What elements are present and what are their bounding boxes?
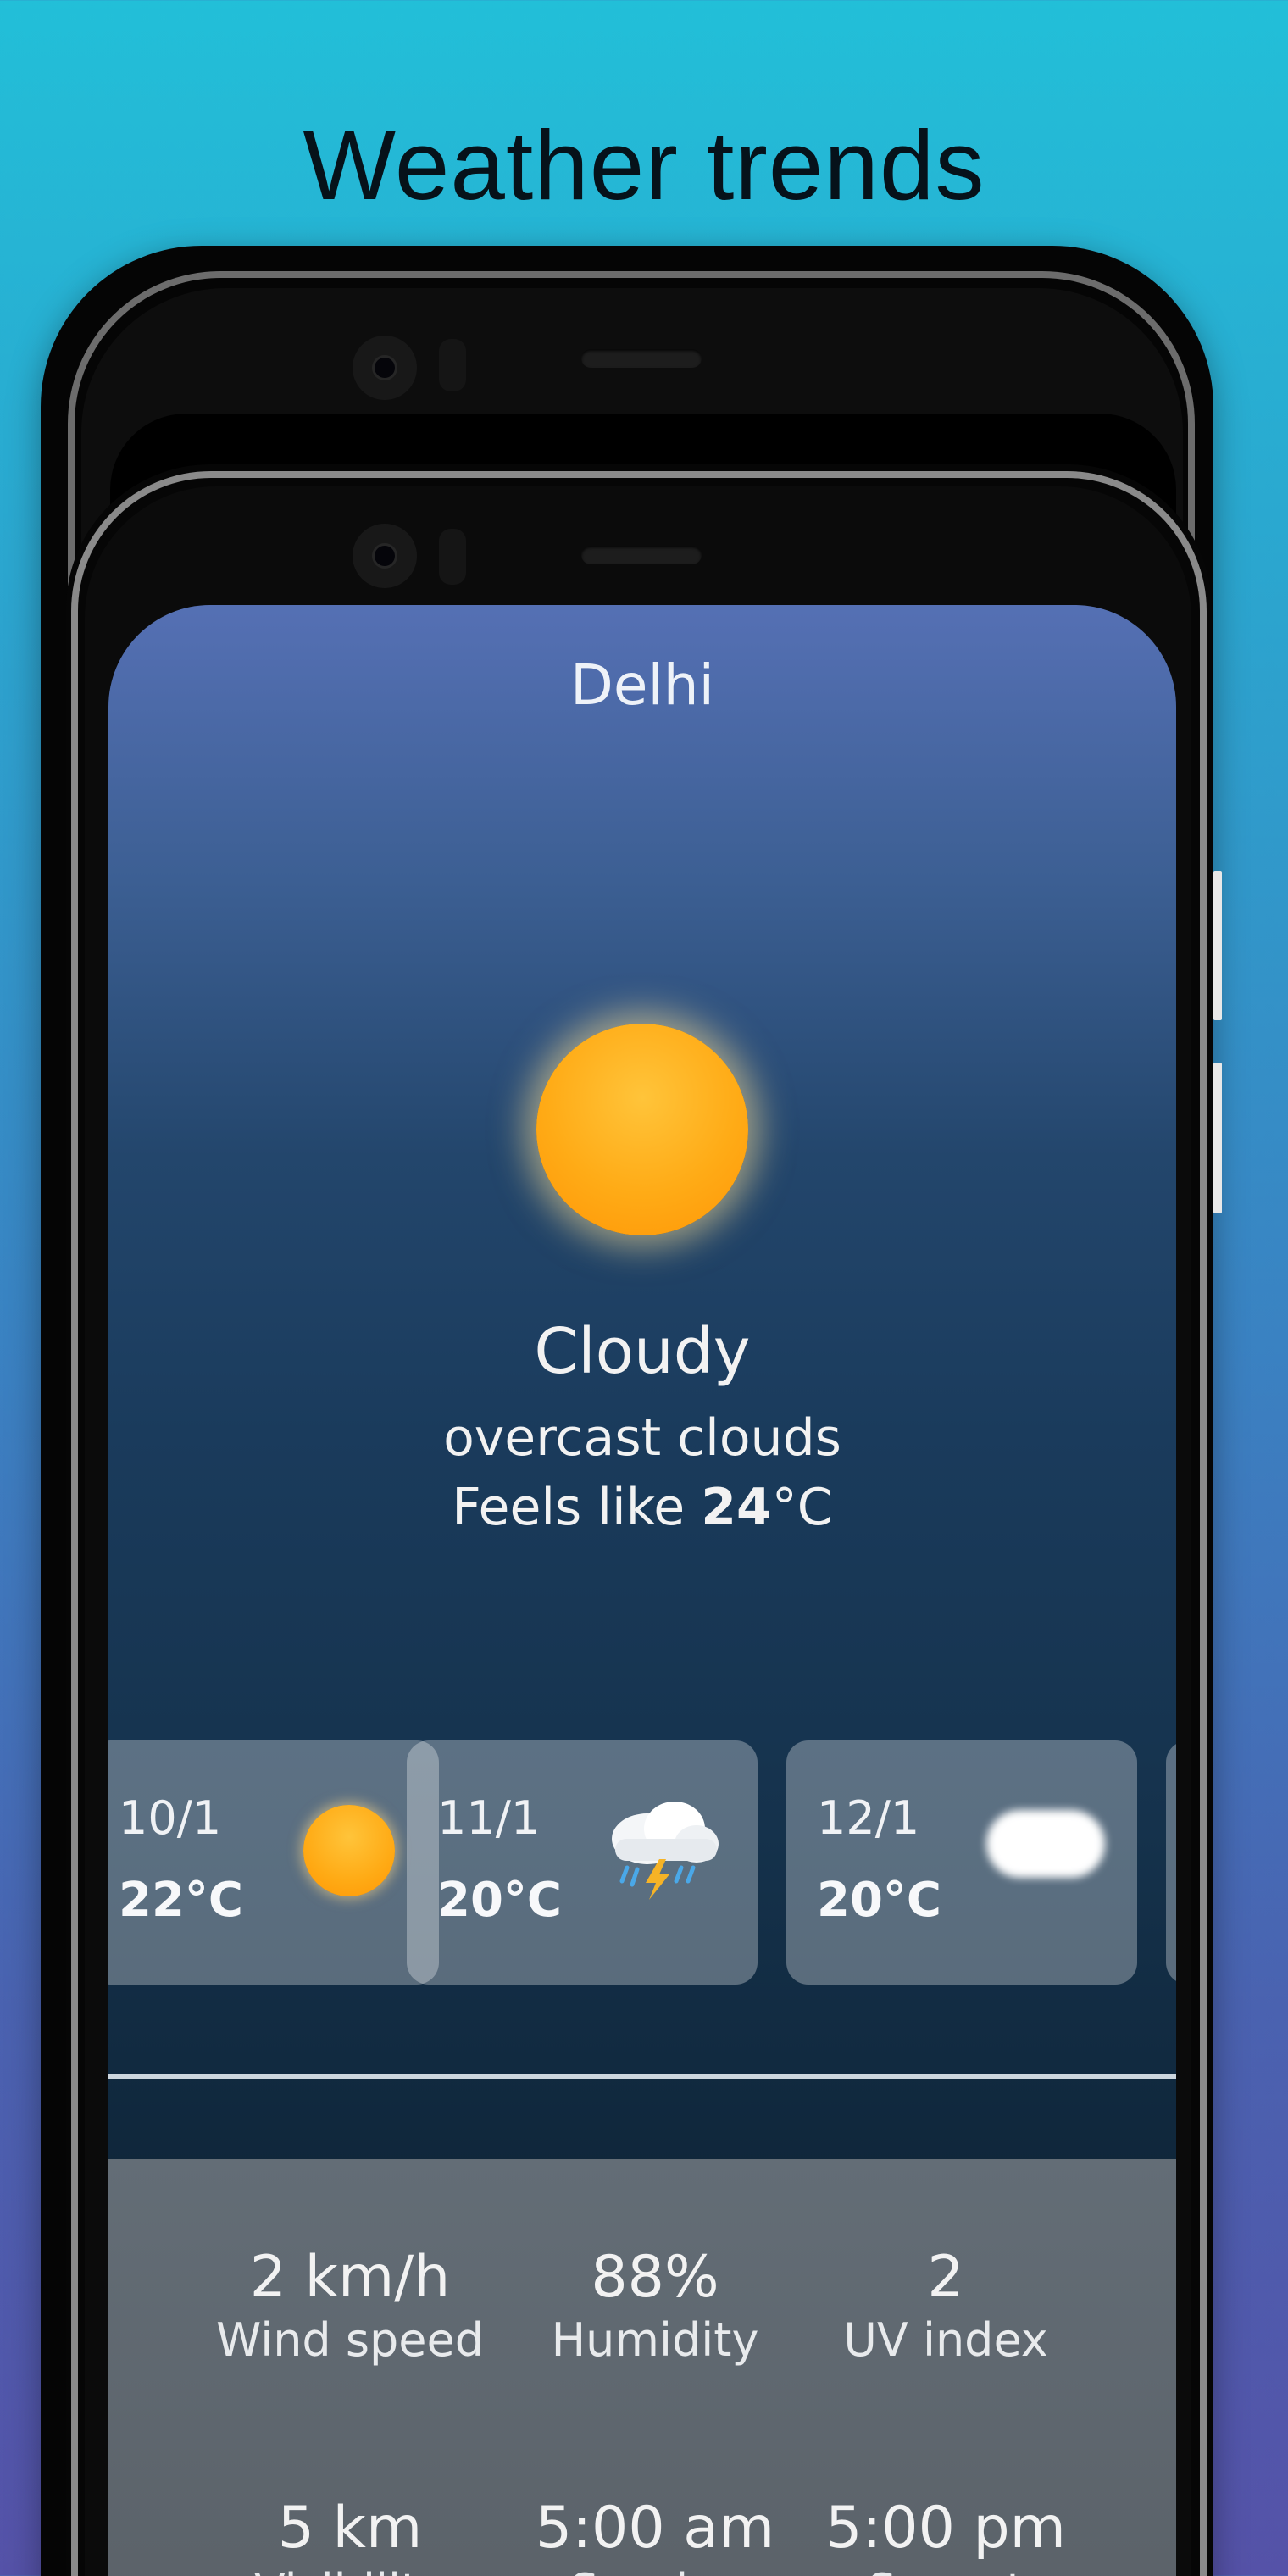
cloud-icon xyxy=(986,1810,1105,1878)
wind-speed-label: Wind speed xyxy=(215,2313,484,2367)
details-panel: 2 km/h Wind speed 88% Humidity 2 UV inde… xyxy=(108,2159,1176,2576)
sunset-value: 5:00 pm xyxy=(825,2495,1066,2562)
forecast-card[interactable]: 11/1 20°C xyxy=(407,1740,758,1985)
forecast-date: 12/1 xyxy=(817,1791,920,1845)
front-phone-speaker-icon xyxy=(581,546,702,564)
forecast-card[interactable]: 10/1 22°C xyxy=(108,1740,439,1985)
sunset-detail: 5:00 pm Sunset xyxy=(793,2495,1098,2576)
power-button xyxy=(1213,871,1222,1020)
visibility-label: Visibility xyxy=(197,2562,502,2576)
sunrise-label: Sunrise xyxy=(502,2562,808,2576)
uv-index-label: UV index xyxy=(843,2313,1048,2367)
back-phone-speaker-icon xyxy=(581,349,702,368)
forecast-temp: 20°C xyxy=(437,1873,563,1928)
back-phone-sensor-icon xyxy=(439,339,466,391)
visibility-detail: 5 km Visibility xyxy=(197,2495,502,2576)
forecast-temp: 22°C xyxy=(119,1873,244,1928)
divider xyxy=(108,2074,1176,2079)
front-phone-camera-icon xyxy=(353,524,417,588)
feels-like-value: 24 xyxy=(701,1478,772,1537)
thunderstorm-icon xyxy=(612,1802,719,1900)
forecast-strip[interactable]: 10/1 22°C 11/1 20°C 12/1 20°C xyxy=(108,1740,1176,1986)
feels-like-unit: °C xyxy=(771,1478,833,1537)
uv-index-value: 2 xyxy=(927,2244,964,2311)
city-name[interactable]: Delhi xyxy=(108,652,1176,718)
weather-condition: Cloudy xyxy=(534,1315,751,1388)
back-phone-camera-icon xyxy=(353,336,417,400)
feels-like: Feels like 24°C xyxy=(108,1478,1176,1537)
forecast-card[interactable]: 12/1 20°C xyxy=(786,1740,1137,1985)
sunrise-value: 5:00 am xyxy=(535,2495,775,2562)
promo-title: Weather trends xyxy=(303,110,985,220)
forecast-card[interactable] xyxy=(1166,1740,1176,1985)
humidity-detail: 88% Humidity xyxy=(502,2244,808,2369)
app-screen: Delhi Cloudy overcast clouds Feels like … xyxy=(108,605,1176,2576)
uv-index-detail: 2 UV index xyxy=(793,2244,1098,2369)
humidity-label: Humidity xyxy=(551,2313,759,2367)
wind-speed-value: 2 km/h xyxy=(249,2244,451,2311)
wind-speed-detail: 2 km/h Wind speed xyxy=(197,2244,502,2369)
forecast-date: 11/1 xyxy=(437,1791,541,1845)
feels-like-label: Feels like xyxy=(452,1478,702,1537)
visibility-value: 5 km xyxy=(277,2495,423,2562)
sunrise-detail: 5:00 am Sunrise xyxy=(502,2495,808,2576)
weather-description: overcast clouds xyxy=(443,1408,841,1468)
front-phone-sensor-icon xyxy=(439,529,466,585)
humidity-value: 88% xyxy=(591,2244,719,2311)
forecast-temp: 20°C xyxy=(817,1873,942,1928)
sun-icon xyxy=(303,1805,395,1896)
volume-button xyxy=(1213,1063,1222,1213)
sunset-label: Sunset xyxy=(793,2562,1098,2576)
forecast-date: 10/1 xyxy=(119,1791,222,1845)
sun-icon xyxy=(536,1024,748,1235)
